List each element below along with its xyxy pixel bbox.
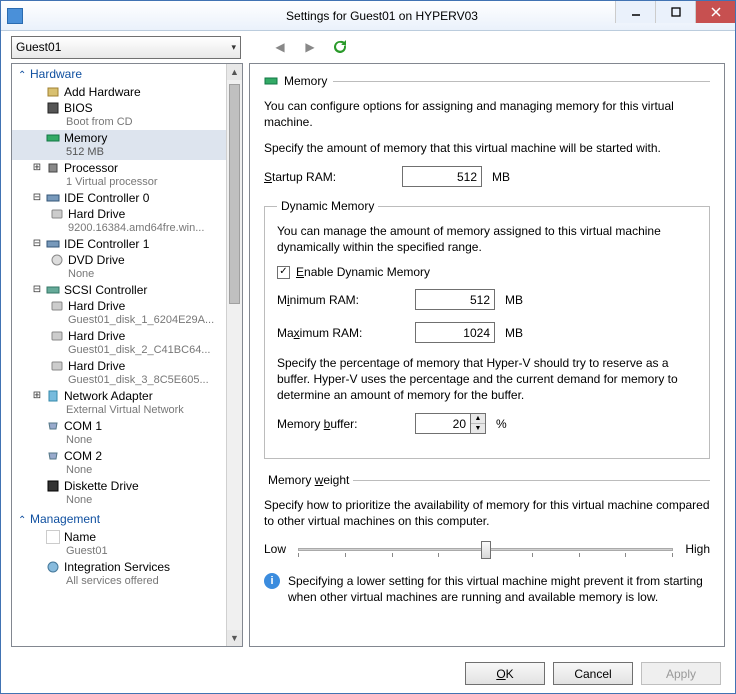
tree-com1[interactable]: COM 1 None [12, 418, 226, 448]
tree-ide0-harddrive[interactable]: Hard Drive 9200.16384.amd64fre.win... [12, 206, 226, 236]
titlebar: Settings for Guest01 on HYPERV03 [1, 1, 735, 31]
dynamic-memory-group: Dynamic Memory You can manage the amount… [264, 199, 710, 459]
slider-high-label: High [685, 542, 710, 556]
tree-nic[interactable]: ⊞Network Adapter External Virtual Networ… [12, 388, 226, 418]
tree-ide1[interactable]: ⊟IDE Controller 1 [12, 236, 226, 252]
startup-text: Specify the amount of memory that this v… [264, 140, 710, 156]
tree-memory[interactable]: Memory 512 MB [12, 130, 226, 160]
max-ram-input[interactable] [415, 322, 495, 343]
section-hardware[interactable]: ⌃Hardware [12, 64, 226, 84]
chevron-down-icon: ▾ [231, 42, 236, 53]
tree-processor[interactable]: ⊞Processor 1 Virtual processor [12, 160, 226, 190]
tree-scsi-hd2[interactable]: Hard Drive Guest01_disk_2_C41BC64... [12, 328, 226, 358]
min-ram-input[interactable] [415, 289, 495, 310]
buffer-input[interactable] [415, 413, 471, 434]
tree-scsi-hd1[interactable]: Hard Drive Guest01_disk_1_6204E29A... [12, 298, 226, 328]
tree-ide0[interactable]: ⊟IDE Controller 0 [12, 190, 226, 206]
memory-weight-legend: Memory weight [264, 473, 353, 487]
max-ram-label: Maximum RAM: [277, 326, 407, 340]
vm-selector-value: Guest01 [16, 40, 61, 54]
buffer-intro: Specify the percentage of memory that Hy… [277, 355, 697, 403]
scroll-down-icon[interactable]: ▼ [227, 630, 242, 646]
toolbar: Guest01 ▾ ◀ ▶ [1, 31, 735, 63]
chevron-up-icon[interactable]: ▲ [471, 414, 485, 424]
minimize-button[interactable] [615, 1, 655, 23]
memory-icon [264, 74, 278, 88]
tree-scsi[interactable]: ⊟SCSI Controller [12, 282, 226, 298]
app-icon [7, 8, 23, 24]
tree-name[interactable]: Name Guest01 [12, 529, 226, 559]
memory-weight-group: Memory weight Specify how to prioritize … [264, 473, 710, 605]
tree-scsi-hd3[interactable]: Hard Drive Guest01_disk_3_8C5E605... [12, 358, 226, 388]
startup-ram-label: Startup RAM: [264, 170, 394, 184]
scroll-thumb[interactable] [229, 84, 240, 304]
info-text: Specifying a lower setting for this virt… [288, 573, 710, 605]
tree-bios[interactable]: BIOS Boot from CD [12, 100, 226, 130]
dynamic-memory-legend: Dynamic Memory [277, 199, 378, 213]
scroll-up-icon[interactable]: ▲ [227, 64, 242, 80]
nav-back-button[interactable]: ◀ [269, 36, 291, 58]
cancel-button[interactable]: Cancel [553, 662, 633, 685]
maximize-button[interactable] [655, 1, 695, 23]
settings-window: Settings for Guest01 on HYPERV03 Guest01… [0, 0, 736, 694]
tree-com2[interactable]: COM 2 None [12, 448, 226, 478]
settings-tree: ⌃Hardware Add Hardware BIOS Boot from CD… [11, 63, 243, 647]
dyn-intro: You can manage the amount of memory assi… [277, 223, 697, 255]
slider-low-label: Low [264, 542, 286, 556]
close-button[interactable] [695, 1, 735, 23]
ok-button[interactable]: OK [465, 662, 545, 685]
chevron-down-icon[interactable]: ▼ [471, 424, 485, 433]
buffer-label: Memory buffer: [277, 417, 407, 431]
intro-text: You can configure options for assigning … [264, 98, 710, 130]
unit-mb: MB [492, 170, 510, 184]
startup-ram-input[interactable] [402, 166, 482, 187]
enable-dynamic-label: Enable Dynamic Memory [296, 265, 430, 279]
buffer-spinner[interactable]: ▲▼ [471, 413, 486, 434]
memory-settings-panel: Memory You can configure options for ass… [249, 63, 725, 647]
apply-button[interactable]: Apply [641, 662, 721, 685]
slider-thumb[interactable] [481, 541, 491, 559]
tree-floppy[interactable]: Diskette Drive None [12, 478, 226, 508]
weight-slider[interactable] [298, 539, 673, 559]
vm-selector[interactable]: Guest01 ▾ [11, 36, 241, 59]
refresh-button[interactable] [329, 36, 351, 58]
section-management[interactable]: ⌃Management [12, 508, 226, 529]
panel-title: Memory [284, 74, 327, 88]
enable-dynamic-checkbox[interactable] [277, 266, 290, 279]
tree-scrollbar[interactable]: ▲ ▼ [226, 64, 242, 646]
min-ram-label: Minimum RAM: [277, 293, 407, 307]
tree-integration[interactable]: Integration Services All services offere… [12, 559, 226, 589]
tree-ide1-dvd[interactable]: DVD Drive None [12, 252, 226, 282]
nav-forward-button[interactable]: ▶ [299, 36, 321, 58]
tree-add-hardware[interactable]: Add Hardware [12, 84, 226, 100]
weight-intro: Specify how to prioritize the availabili… [264, 497, 710, 529]
dialog-footer: OK Cancel Apply [1, 653, 735, 693]
info-icon: i [264, 573, 280, 589]
